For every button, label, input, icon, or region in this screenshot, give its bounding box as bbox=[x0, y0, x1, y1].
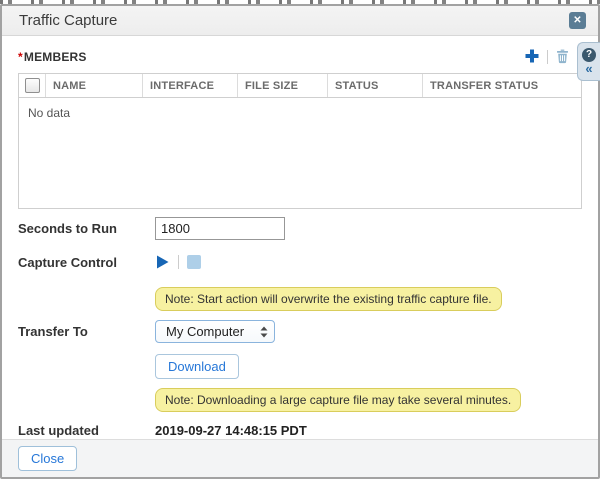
download-button[interactable]: Download bbox=[155, 354, 239, 379]
help-icon[interactable]: ? bbox=[582, 48, 596, 62]
play-icon bbox=[157, 255, 169, 269]
download-row: Download bbox=[18, 354, 582, 379]
traffic-capture-dialog: Traffic Capture ✕ *MEMBERS NAME INTERFAC… bbox=[0, 4, 600, 479]
start-note: Note: Start action will overwrite the ex… bbox=[155, 287, 502, 311]
header-cell-transfer-status: TRANSFER STATUS bbox=[422, 74, 581, 97]
transfer-to-row: Transfer To My Computer bbox=[18, 320, 582, 343]
dialog-title: Traffic Capture bbox=[19, 12, 118, 29]
start-note-row: Note: Start action will overwrite the ex… bbox=[18, 287, 582, 311]
last-updated-row: Last updated 2019-09-27 14:48:15 PDT bbox=[18, 423, 582, 438]
header-cell-name: NAME bbox=[45, 74, 142, 97]
capture-control-row: Capture Control bbox=[18, 254, 582, 270]
seconds-to-run-label: Seconds to Run bbox=[18, 221, 117, 236]
header-cell-file-size: FILE SIZE bbox=[237, 74, 327, 97]
traffic-capture-screen: Traffic Capture ✕ *MEMBERS NAME INTERFAC… bbox=[0, 0, 600, 479]
dialog-footer: Close bbox=[2, 439, 598, 477]
capture-control-buttons bbox=[155, 254, 201, 270]
download-note-row: Note: Downloading a large capture file m… bbox=[18, 388, 582, 412]
add-member-button[interactable] bbox=[524, 48, 540, 67]
plus-icon bbox=[524, 48, 540, 67]
members-label: *MEMBERS bbox=[18, 50, 87, 64]
capture-control-label: Capture Control bbox=[18, 254, 117, 270]
transfer-to-selected-value: My Computer bbox=[166, 324, 245, 339]
trash-icon bbox=[555, 48, 570, 67]
select-arrows-icon bbox=[260, 326, 268, 338]
header-cell-select bbox=[19, 74, 45, 97]
dialog-body: *MEMBERS NAME INTERFACE FILE SIZE STATUS… bbox=[2, 47, 598, 438]
help-panel-tab: ? « bbox=[577, 42, 600, 81]
download-note: Note: Downloading a large capture file m… bbox=[155, 388, 522, 412]
header-cell-interface: INTERFACE bbox=[142, 74, 237, 97]
members-table: NAME INTERFACE FILE SIZE STATUS TRANSFER… bbox=[18, 73, 582, 209]
dialog-close-icon[interactable]: ✕ bbox=[569, 12, 586, 29]
last-updated-value: 2019-09-27 14:48:15 PDT bbox=[155, 423, 307, 438]
members-table-empty-message: No data bbox=[28, 106, 71, 120]
members-actions bbox=[524, 48, 570, 67]
capture-divider bbox=[178, 255, 179, 269]
delete-member-button[interactable] bbox=[555, 48, 570, 67]
collapse-panel-icon[interactable]: « bbox=[585, 62, 592, 75]
members-header: *MEMBERS bbox=[18, 47, 582, 67]
stop-capture-button[interactable] bbox=[187, 255, 201, 269]
start-capture-button[interactable] bbox=[155, 254, 170, 270]
dialog-titlebar: Traffic Capture ✕ bbox=[2, 6, 598, 36]
members-table-header: NAME INTERFACE FILE SIZE STATUS TRANSFER… bbox=[19, 74, 581, 98]
required-asterisk: * bbox=[18, 50, 23, 64]
seconds-to-run-row: Seconds to Run bbox=[18, 217, 582, 240]
last-updated-label: Last updated bbox=[18, 423, 99, 438]
close-button[interactable]: Close bbox=[18, 446, 78, 471]
header-cell-status: STATUS bbox=[327, 74, 422, 97]
transfer-to-select[interactable]: My Computer bbox=[155, 320, 276, 343]
action-divider bbox=[547, 50, 548, 64]
transfer-to-label: Transfer To bbox=[18, 324, 88, 339]
select-all-checkbox[interactable] bbox=[24, 78, 40, 93]
seconds-to-run-input[interactable] bbox=[155, 217, 285, 240]
